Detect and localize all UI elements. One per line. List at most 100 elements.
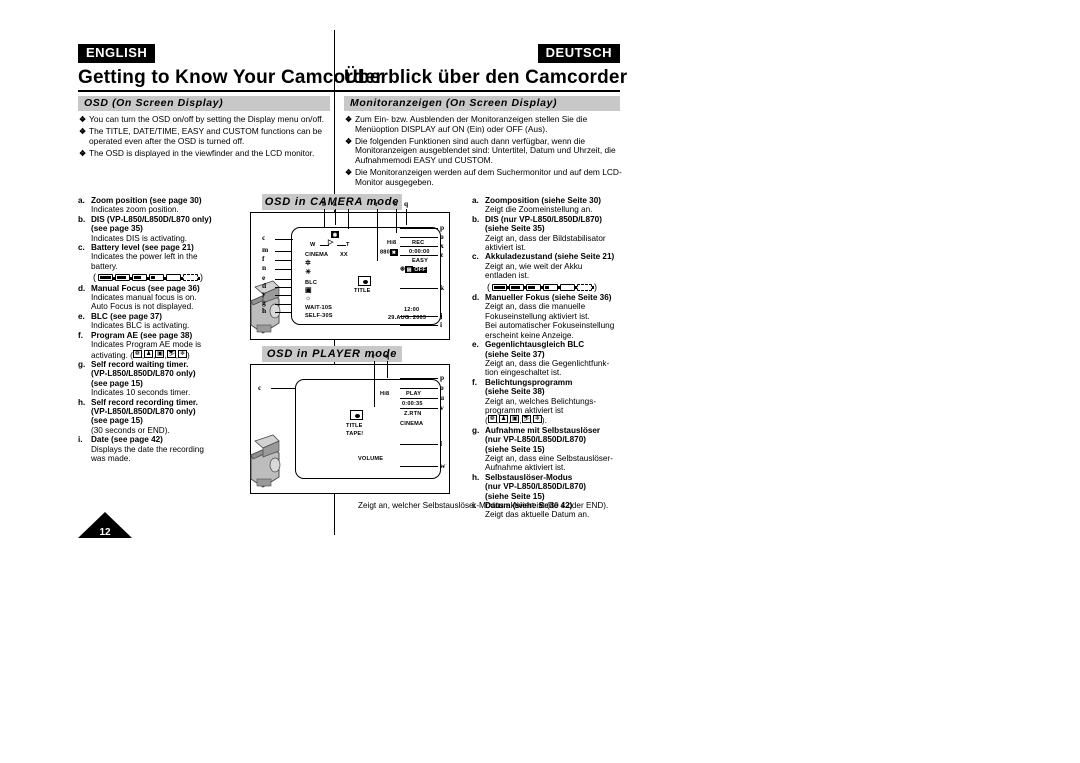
player-leader-right-v [400,408,438,409]
battery-icon-level-3 [543,283,560,291]
legend-key: f. [472,377,478,387]
legend-english-item-e: e. BLC (see page 37) Indicates BLC is acti… [78,312,250,331]
bullet-text: Die folgenden Funktionen sind auch dann … [355,135,616,165]
manual-page: ENGLISH Getting to Know Your Camcorder D… [0,0,1080,763]
bullet-german-item: ❖ Zum Ein- bzw. Ausblenden der Monitoranz… [344,114,622,134]
legend-heading: Zoom position (see page 30) [91,196,202,205]
osd-zoom-bar2 [337,245,346,246]
legend-key: i. [78,435,83,445]
battery-icon-level-6 [492,283,509,291]
player-osd-tape-label: TAPE! [346,431,364,437]
legend-english-item-h: h. Self record recording timer. (VP-L850/L… [78,398,250,436]
osd-zoom-w: W [310,242,316,248]
player-osd-zrtn: Z.RTN [404,411,422,417]
legend-description: Zeigt an, wie weit der Akku [485,261,583,271]
legend-description: aktiviert ist. [485,243,526,253]
title-underline [78,90,620,92]
camera-marker-j: j [440,311,443,320]
legend-description: was made. [91,453,131,463]
legend-description: Displays the date the recording [91,444,204,454]
camera-marker-t: t [346,199,349,208]
player-leader-right-o [400,388,438,389]
bullet-english-item: ❖ The TITLE, DATE/TIME, EASY and CUSTOM f… [78,126,332,146]
camera-leader-a [335,209,336,225]
ae-suffix-text: ) [187,350,190,360]
legend-description: Zeigt an, dass eine Selbstauslöser- [485,453,613,463]
camera-marker-x: x [440,241,444,250]
osd-program-ae-icon: ☀ [305,269,312,276]
legend-heading: Date (see page 42) [91,435,163,445]
camera-leader-q [406,209,407,225]
legend-description: (30 seconds or END). [91,425,170,435]
osd-remote-off: ⊛ ▤ OFF [400,266,428,273]
legend-german-item-d: d. Manueller Fokus (siehe Seite 36) Zeigt … [472,293,622,340]
paren-open: ( [487,281,490,292]
legend-german-item-b: b. DIS (nur VP-L850/L850D/L870) (siehe Sei… [472,215,622,253]
legend-key: f. [78,330,84,340]
legend-heading: Manueller Fokus (siehe Seite 36) [485,293,612,303]
legend-key: e. [78,311,85,321]
leader-n [275,269,291,270]
page-title-german: Überblick über den Camcorder [344,67,628,88]
legend-description: Aufnahme aktiviert ist. [485,463,566,473]
player-osd-screen: TITLE TAPE! Hi8 PLAY 0:00:35 Z.RTN CINEM… [295,379,441,479]
legend-body: DIS (nur VP-L850/L850D/L870) (siehe Seite… [485,215,622,253]
legend-german-item-a: a. Zoomposition (siehe Seite 30) Zeigt die… [472,196,622,215]
player-marker-l: l [440,439,443,448]
legend-heading: BLC (see page 37) [91,311,162,321]
legend-key: h. [472,472,480,482]
player-leader-q [387,361,388,378]
bullet-english-item: ❖ The OSD is displayed in the viewfinder … [78,148,332,159]
program-ae-icons: activating. (❁, ♟, ▣ ,⛷, ❄) [91,349,250,360]
legend-english-item-i: i. Date (see page 42) Displays the date th… [78,435,250,463]
player-osd-hi8: Hi8 [380,391,390,397]
camera-marker-k: k [440,283,445,292]
legend-heading: Program AE (see page 38) [91,330,193,340]
program-ae-icon-5: ❄ [178,349,187,358]
player-marker-r: r [372,351,376,360]
legend-heading: (siehe Seite 15) [485,444,545,454]
legend-description: entladen ist. [485,271,530,281]
legend-body: Zoom position (see page 30) Indicates zoo… [91,196,250,215]
english-header: ENGLISH Getting to Know Your Camcorder [78,44,383,89]
legend-key: g. [472,425,480,435]
legend-description: Zeigt die Zoomeinstellung an. [485,205,593,215]
camera-leader-right-z [400,255,438,256]
osd-dis-value: 880 ✖ [380,249,398,256]
bullet-text: Zum Ein- bzw. Ausblenden der Monitoranze… [355,114,588,134]
camera-leader-right-k [400,288,438,289]
legend-description: Indicates zoom position. [91,205,179,215]
legend-german-item-e: e. Gegenlichtausgleich BLC (siehe Seite 37… [472,340,622,378]
player-leader-right-w [400,466,438,467]
program-ae-icon-4: ⛷ [521,415,531,424]
battery-icon-level-5 [115,274,132,282]
legend-heading: Self record recording timer. [91,397,198,407]
bullet-diamond-icon: ❖ [345,136,353,146]
paren-close: ) [594,281,597,292]
legend-heading: Gegenlichtausgleich BLC [485,340,585,350]
legend-heading: Aufnahme mit Selbstauslöser [485,425,601,435]
program-ae-icon-4: ⛷ [166,349,176,358]
legend-german-item-g: g. Aufnahme mit Selbstauslöser (nur VP-L85… [472,426,622,473]
legend-description: erscheint keine Anzeige. [485,330,574,340]
legend-key: b. [472,214,480,224]
legend-key: h. [78,397,86,407]
diagram-camera-mode: ◉ W ▷ T CINEMA XX ✲ ☀ BLC ▣ ☼ WAIT-10S S… [250,212,450,340]
player-osd-cinema: CINEMA [400,421,424,427]
camera-marker-f: f [262,254,265,263]
legend-english-item-b: b. DIS (VP-L850/L850D/L870 only) (see page… [78,215,250,243]
leader-y [275,295,291,296]
camera-leader-t [348,209,349,229]
battery-level-icons: () [93,272,250,282]
legend-key: c. [78,243,85,253]
camera-leader-right-i [400,325,438,326]
legend-heading: Akkuladezustand (siehe Seite 21) [485,252,615,262]
legend-english-item-c: c. Battery level (see page 21) Indicates t… [78,243,250,284]
camera-marker-m: m [262,245,269,254]
player-marker-v: v [440,403,444,412]
player-leader-r [374,361,375,407]
battery-icon-level-5 [509,283,526,291]
legend-key: e. [472,340,479,350]
camera-leader-right-p [400,228,438,229]
diagram-player-mode: TITLE TAPE! Hi8 PLAY 0:00:35 Z.RTN CINEM… [250,364,450,494]
